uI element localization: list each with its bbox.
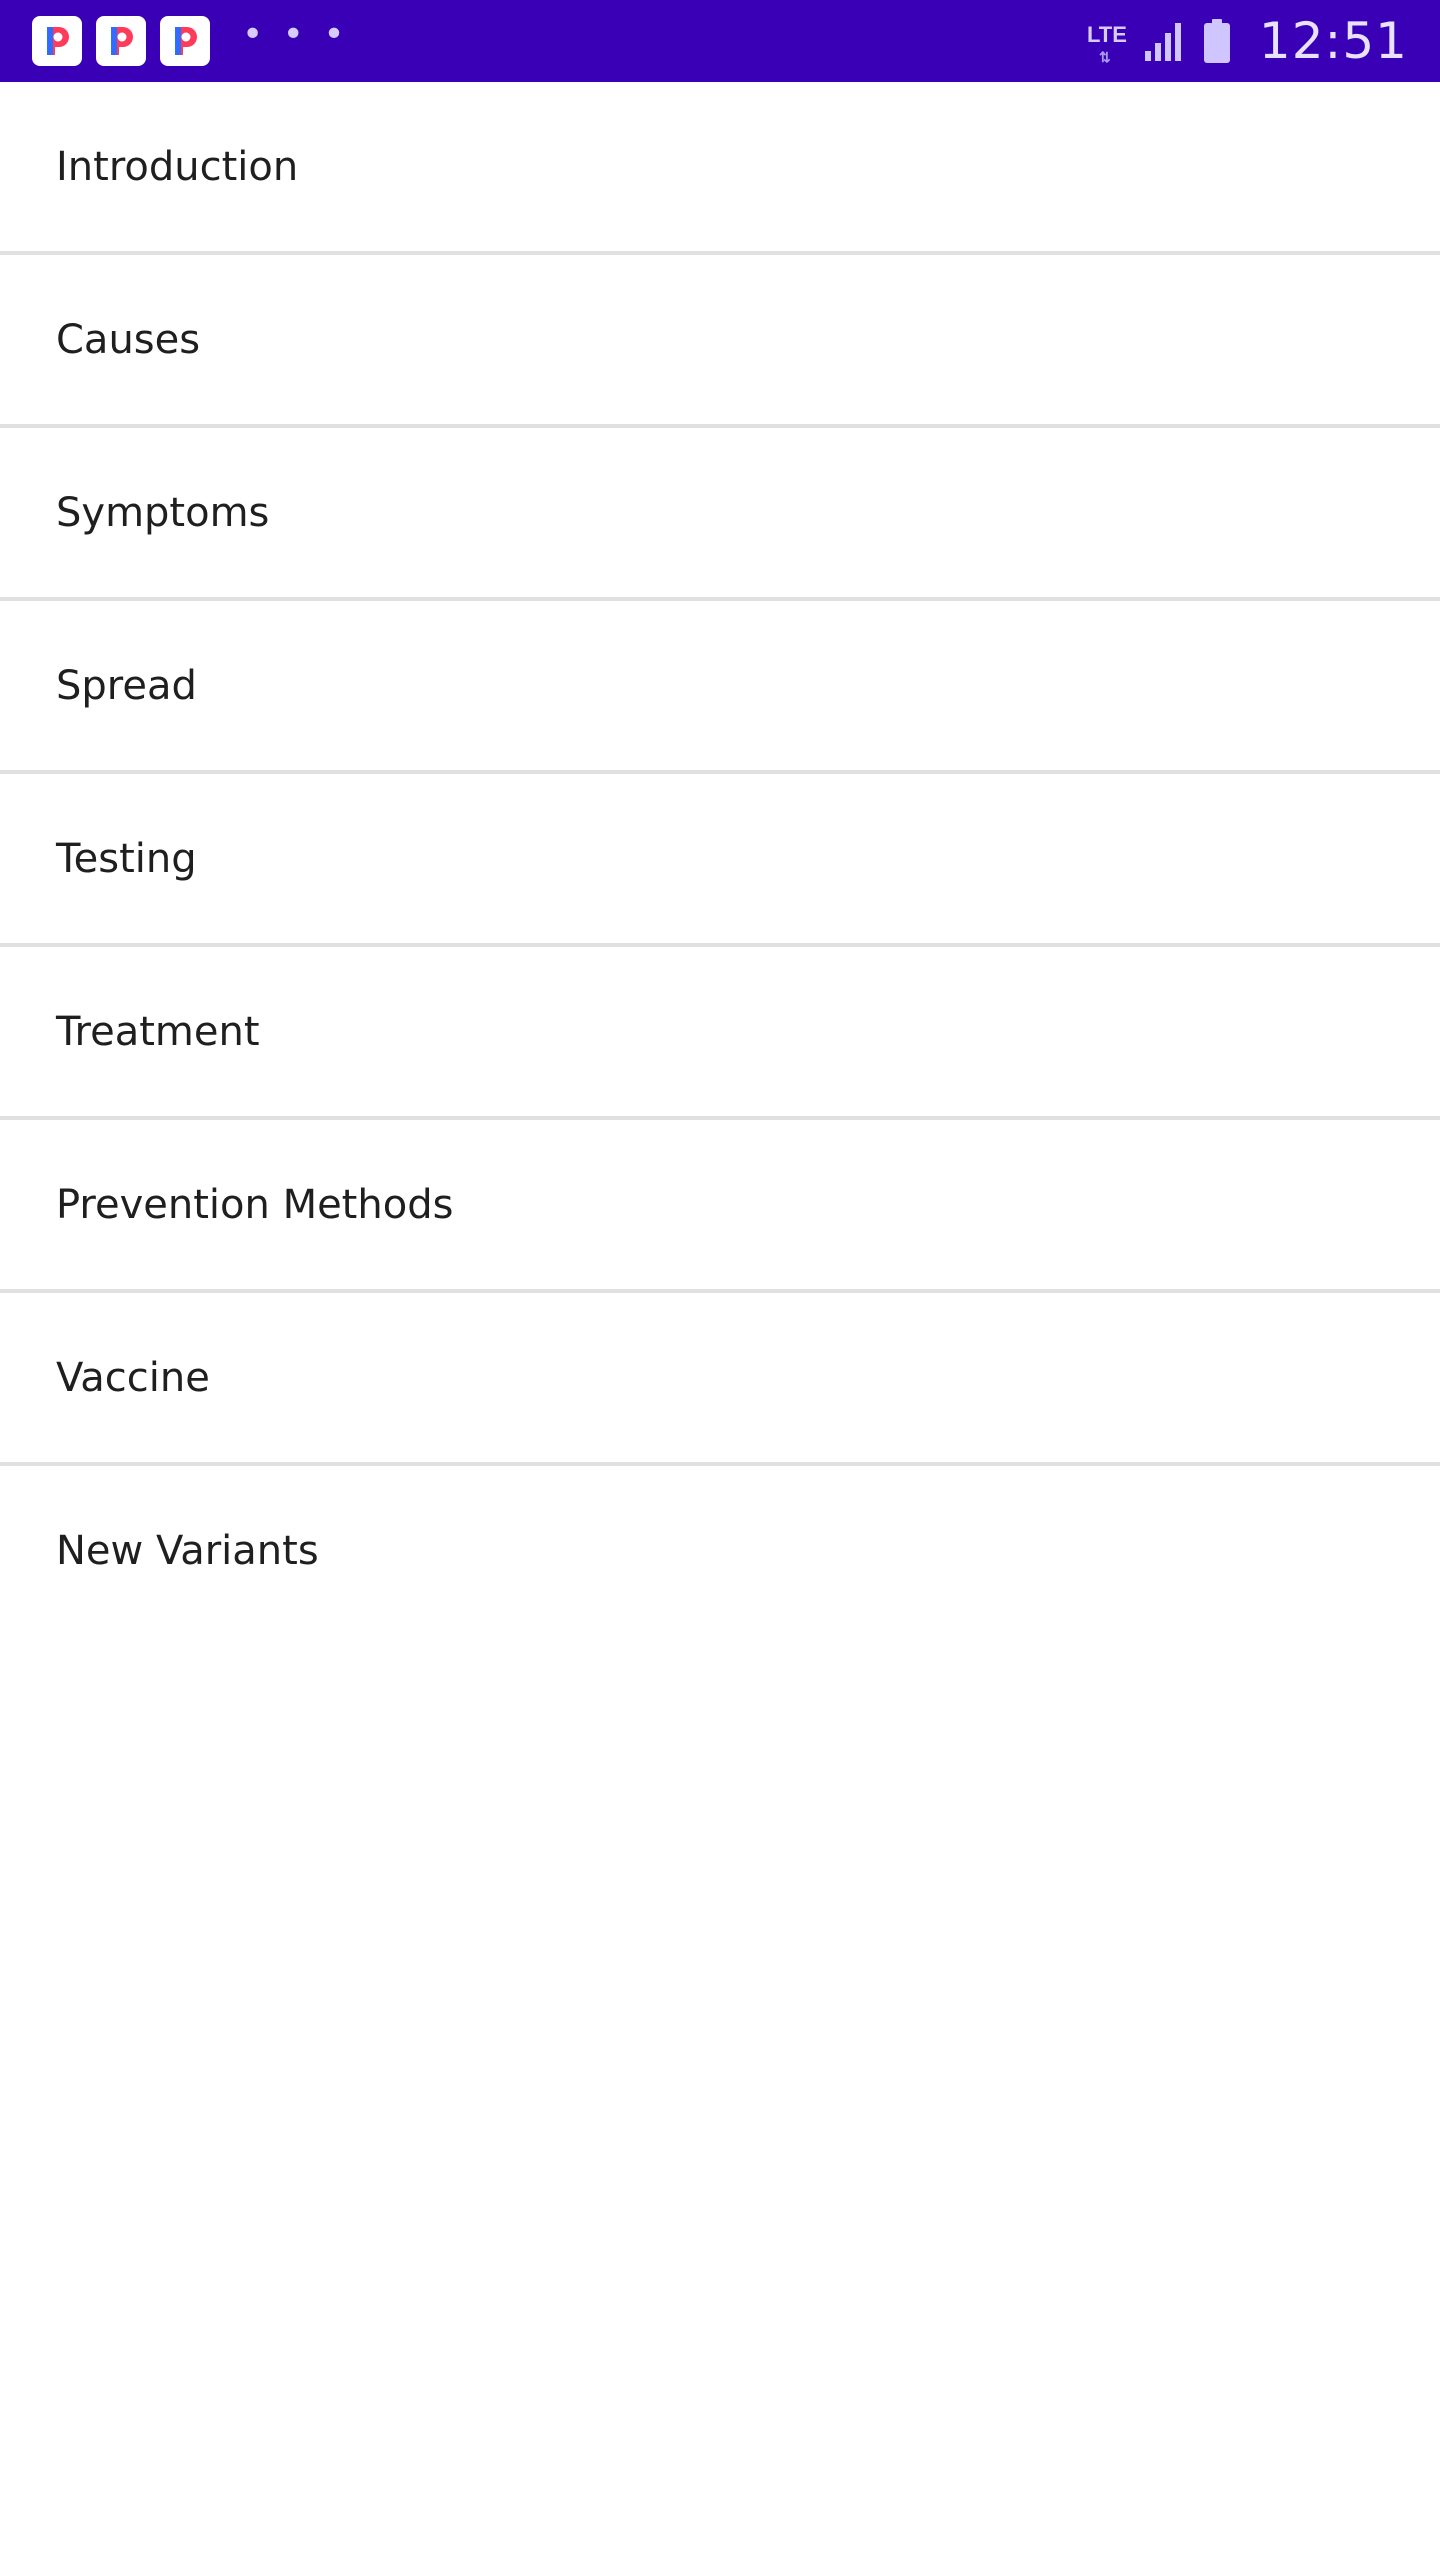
- list-item-prevention-methods[interactable]: Prevention Methods: [0, 1120, 1440, 1293]
- network-type-text: LTE: [1086, 22, 1127, 47]
- data-activity-icon: ⇅: [1098, 49, 1111, 65]
- topic-list: Introduction Causes Symptoms Spread Test…: [0, 82, 1440, 1635]
- list-item-label: Spread: [56, 662, 197, 709]
- list-item-testing[interactable]: Testing: [0, 774, 1440, 947]
- signal-icon: [1143, 19, 1187, 63]
- p-app-icon: [160, 16, 210, 66]
- status-bar: • • • LTE ⇅ 12:51: [0, 0, 1440, 82]
- list-item-label: Testing: [56, 835, 197, 882]
- list-item-label: Introduction: [56, 143, 299, 190]
- system-status-area: LTE ⇅ 12:51: [1087, 0, 1408, 82]
- p-app-icon: [96, 16, 146, 66]
- list-item-label: Symptoms: [56, 489, 270, 536]
- more-notifications-icon: • • •: [242, 14, 349, 55]
- list-item-label: Prevention Methods: [56, 1181, 454, 1228]
- clock: 12:51: [1258, 12, 1408, 70]
- battery-icon: [1203, 18, 1231, 64]
- network-type-label: LTE ⇅: [1086, 22, 1127, 65]
- list-item-label: New Variants: [56, 1527, 319, 1574]
- list-item-label: Causes: [56, 316, 201, 363]
- list-item-introduction[interactable]: Introduction: [0, 82, 1440, 255]
- list-item-causes[interactable]: Causes: [0, 255, 1440, 428]
- list-item-label: Vaccine: [56, 1354, 210, 1401]
- list-item-spread[interactable]: Spread: [0, 601, 1440, 774]
- list-item-treatment[interactable]: Treatment: [0, 947, 1440, 1120]
- list-item-vaccine[interactable]: Vaccine: [0, 1293, 1440, 1466]
- list-item-symptoms[interactable]: Symptoms: [0, 428, 1440, 601]
- list-item-label: Treatment: [56, 1008, 260, 1055]
- p-app-icon: [32, 16, 82, 66]
- notification-area: • • •: [32, 16, 349, 66]
- list-item-new-variants[interactable]: New Variants: [0, 1466, 1440, 1635]
